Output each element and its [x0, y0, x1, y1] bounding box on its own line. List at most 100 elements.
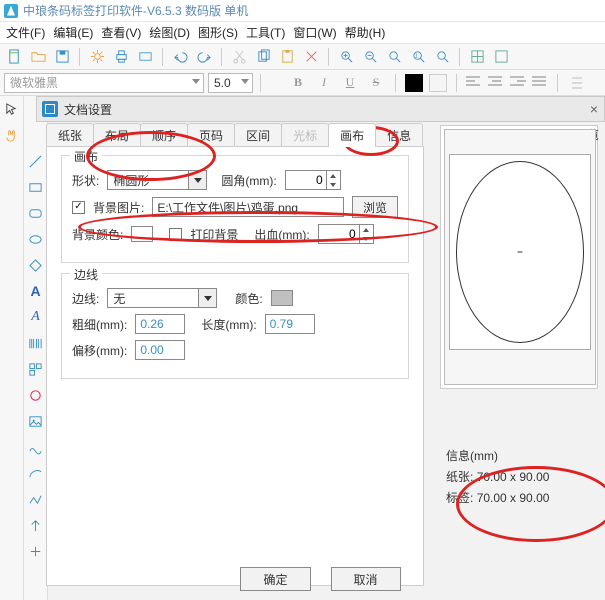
undo-icon[interactable] — [170, 47, 190, 67]
open-file-icon[interactable] — [28, 47, 48, 67]
shape-value: 椭圆形 — [113, 172, 149, 189]
spin-down-icon[interactable] — [360, 234, 373, 243]
redo-icon[interactable] — [194, 47, 214, 67]
preview-canvas — [444, 129, 596, 385]
spin-up-icon[interactable] — [360, 225, 373, 234]
menu-window[interactable]: 窗口(W) — [293, 24, 336, 41]
tab-cursor[interactable]: 光标 — [281, 123, 329, 147]
separator — [221, 48, 222, 66]
zoom-page-icon[interactable] — [432, 47, 452, 67]
tab-layout[interactable]: 布局 — [93, 123, 141, 147]
tab-canvas[interactable]: 画布 — [328, 123, 376, 147]
print-preview-icon[interactable] — [135, 47, 155, 67]
corner-value[interactable] — [286, 172, 326, 188]
chevron-down-icon[interactable] — [188, 171, 206, 189]
settings-gear-icon[interactable] — [87, 47, 107, 67]
separator — [459, 48, 460, 66]
bgimg-path-value: E:\工作文件\图片\鸡蛋.png — [157, 199, 298, 216]
vertical-toolbar-1 — [0, 96, 24, 600]
border-combo[interactable]: 无 — [107, 288, 217, 308]
printbg-checkbox[interactable] — [169, 228, 182, 241]
tab-page[interactable]: 页码 — [187, 123, 235, 147]
dialog-title-bar: 文档设置 × — [36, 96, 605, 122]
snap-icon[interactable] — [491, 47, 511, 67]
pointer-icon[interactable] — [2, 98, 22, 120]
bgimg-checkbox[interactable] — [72, 201, 85, 214]
spin-down-icon[interactable] — [327, 180, 340, 189]
cancel-button-label: 取消 — [354, 571, 378, 588]
align-justify-icon[interactable] — [532, 76, 548, 90]
separator — [79, 48, 80, 66]
underline-button[interactable]: U — [340, 73, 360, 93]
bold-button[interactable]: B — [288, 73, 308, 93]
canvas-group: 画布 形状: 椭圆形 圆角(mm): — [61, 155, 409, 263]
save-icon[interactable] — [52, 47, 72, 67]
text-color-swatch[interactable] — [405, 74, 423, 92]
cancel-button[interactable]: 取消 — [331, 567, 401, 591]
menu-view[interactable]: 查看(V) — [101, 24, 141, 41]
line-spacing-icon[interactable] — [567, 73, 587, 93]
toolbar-text-format: 微软雅黑 5.0 B I U S — [0, 70, 605, 96]
menu-edit[interactable]: 编辑(E) — [53, 24, 93, 41]
canvas-settings-panel: 画布 形状: 椭圆形 圆角(mm): — [46, 146, 424, 586]
new-file-icon[interactable] — [4, 47, 24, 67]
menu-tool[interactable]: 工具(T) — [246, 24, 285, 41]
paste-icon[interactable] — [277, 47, 297, 67]
bgimg-path-input[interactable]: E:\工作文件\图片\鸡蛋.png — [152, 197, 344, 217]
toolbar-main: 1 — [0, 44, 605, 70]
separator — [328, 48, 329, 66]
zoom-actual-icon[interactable]: 1 — [408, 47, 428, 67]
bleed-value[interactable] — [319, 226, 359, 242]
hand-icon[interactable] — [2, 124, 22, 146]
document-settings-dialog: 文档设置 × 纸张 布局 顺序 页码 区间 光标 画布 信息 预览 画布 形状: — [36, 96, 605, 600]
off-input[interactable]: 0.00 — [135, 340, 185, 360]
corner-spinner[interactable] — [285, 170, 341, 190]
shape-combo[interactable]: 椭圆形 — [107, 170, 207, 190]
border-group-legend: 边线 — [70, 266, 102, 283]
chevron-down-icon[interactable] — [198, 289, 216, 307]
menu-draw[interactable]: 绘图(D) — [149, 24, 190, 41]
font-size-combo[interactable]: 5.0 — [208, 73, 253, 93]
separator — [162, 48, 163, 66]
align-right-icon[interactable] — [510, 76, 526, 90]
info-box: 信息(mm) 纸张: 70.00 x 90.00 标签: 70.00 x 90.… — [440, 447, 600, 506]
zoom-out-icon[interactable] — [360, 47, 380, 67]
grid-icon[interactable] — [467, 47, 487, 67]
ok-button[interactable]: 确定 — [240, 567, 310, 591]
zoom-fit-icon[interactable] — [384, 47, 404, 67]
browse-button[interactable]: 浏览 — [352, 196, 398, 218]
dialog-buttons: 确定 取消 — [36, 564, 605, 594]
preview-center-mark — [518, 252, 523, 253]
thick-input[interactable]: 0.26 — [135, 314, 185, 334]
dialog-close-button[interactable]: × — [590, 101, 598, 117]
cut-icon[interactable] — [229, 47, 249, 67]
menu-file[interactable]: 文件(F) — [6, 24, 45, 41]
copy-icon[interactable] — [253, 47, 273, 67]
len-input[interactable]: 0.79 — [265, 314, 315, 334]
menu-shape[interactable]: 图形(S) — [198, 24, 238, 41]
chevron-down-icon — [241, 79, 249, 84]
border-label: 边线: — [72, 290, 99, 307]
tab-paper[interactable]: 纸张 — [46, 123, 94, 147]
ok-button-label: 确定 — [263, 571, 287, 588]
bleed-spinner[interactable] — [318, 224, 374, 244]
menu-help[interactable]: 帮助(H) — [345, 24, 386, 41]
delete-icon[interactable] — [301, 47, 321, 67]
chevron-down-icon — [192, 79, 200, 84]
zoom-in-icon[interactable] — [336, 47, 356, 67]
print-icon[interactable] — [111, 47, 131, 67]
tab-info[interactable]: 信息 — [375, 123, 423, 147]
tab-section[interactable]: 区间 — [234, 123, 282, 147]
align-left-icon[interactable] — [466, 76, 482, 90]
printbg-label: 打印背景 — [190, 226, 238, 243]
fill-color-swatch[interactable] — [429, 74, 447, 92]
align-center-icon[interactable] — [488, 76, 504, 90]
strike-button[interactable]: S — [366, 73, 386, 93]
corner-label: 圆角(mm): — [221, 172, 276, 189]
border-color-swatch[interactable] — [271, 290, 293, 306]
tab-order[interactable]: 顺序 — [140, 123, 188, 147]
bgcolor-swatch[interactable] — [131, 226, 153, 242]
italic-button[interactable]: I — [314, 73, 334, 93]
spin-up-icon[interactable] — [327, 171, 340, 180]
font-name-combo[interactable]: 微软雅黑 — [4, 73, 204, 93]
